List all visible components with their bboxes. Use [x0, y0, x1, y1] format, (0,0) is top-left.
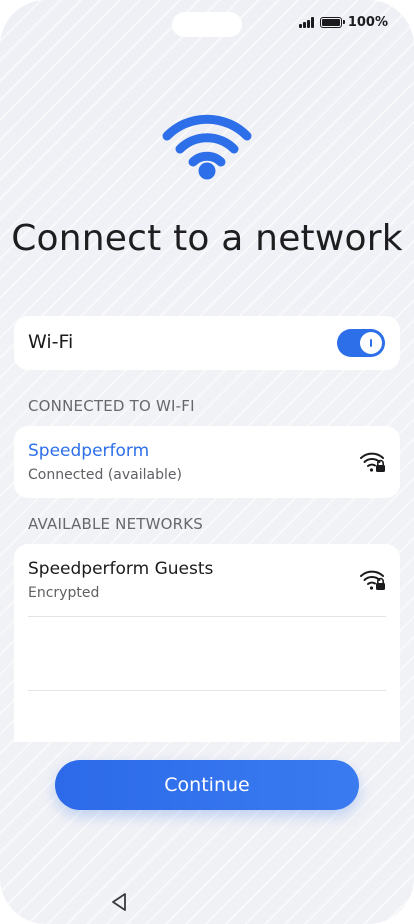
- connected-network-status: Connected (available): [28, 467, 182, 483]
- back-triangle-icon[interactable]: [109, 891, 129, 913]
- page-title: Connect to a network: [11, 218, 403, 259]
- wifi-toggle-row[interactable]: Wi-Fi: [14, 316, 400, 370]
- status-bar: 100%: [299, 15, 388, 30]
- cellular-signal-icon: [299, 17, 314, 28]
- battery-fill: [322, 19, 340, 26]
- battery-icon: [319, 17, 345, 28]
- available-section-heading: AVAILABLE NETWORKS: [28, 515, 204, 533]
- toggle-knob: [360, 332, 382, 354]
- list-divider: [28, 690, 386, 691]
- camera-pill: [172, 12, 242, 37]
- wifi-toggle-switch[interactable]: [337, 329, 385, 357]
- wifi-toggle-label: Wi-Fi: [28, 331, 74, 353]
- list-divider: [28, 616, 386, 617]
- available-network-item[interactable]: Speedperform Guests Encrypted: [14, 544, 400, 616]
- wifi-locked-icon: [360, 452, 385, 472]
- wifi-locked-icon: [360, 570, 385, 590]
- connected-network-name: Speedperform: [28, 441, 150, 461]
- continue-button[interactable]: Continue: [55, 760, 359, 810]
- available-networks-list: Speedperform Guests Encrypted: [14, 544, 400, 742]
- available-network-security: Encrypted: [28, 585, 100, 601]
- available-network-name: Speedperform Guests: [28, 559, 214, 579]
- screen: 100% Connect to a network Wi-Fi CONNECTE…: [0, 0, 414, 924]
- connected-section-heading: CONNECTED TO WI-FI: [28, 397, 195, 415]
- wifi-icon: [162, 114, 252, 180]
- battery-percentage: 100%: [347, 15, 388, 30]
- connected-network-item[interactable]: Speedperform Connected (available): [14, 426, 400, 498]
